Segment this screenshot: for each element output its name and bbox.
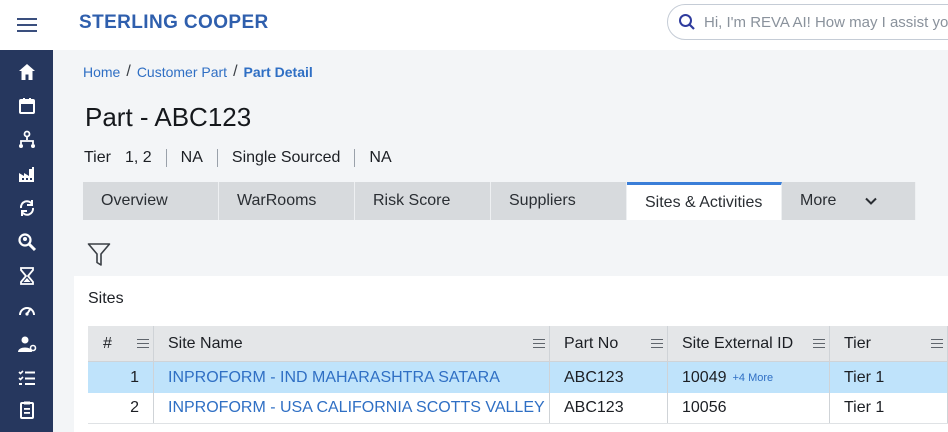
column-header-label: Site External ID xyxy=(682,334,794,352)
tab-sites-activities[interactable]: Sites & Activities xyxy=(627,182,782,220)
site-external-id-value: 10056 xyxy=(682,399,727,416)
hourglass-icon[interactable] xyxy=(17,266,37,286)
site-external-id-cell: 10049 +4 More xyxy=(668,362,830,393)
breadcrumb-current: Part Detail xyxy=(243,64,313,80)
search-icon xyxy=(679,14,695,30)
column-menu-icon[interactable] xyxy=(651,338,663,349)
tab-more[interactable]: More xyxy=(782,182,916,220)
site-name-link[interactable]: INPROFORM - IND MAHARASHTRA SATARA xyxy=(168,369,500,387)
column-menu-icon[interactable] xyxy=(137,338,149,349)
page-title: Part - ABC123 xyxy=(85,102,252,132)
tab-label: WarRooms xyxy=(237,192,317,209)
reva-ai-search[interactable] xyxy=(667,4,948,40)
checklist-icon[interactable] xyxy=(17,368,37,388)
tab-label: Overview xyxy=(101,192,168,209)
breadcrumb: Home / Customer Part / Part Detail xyxy=(83,63,313,81)
user-settings-icon[interactable] xyxy=(17,334,37,354)
column-header-tier[interactable]: Tier xyxy=(830,326,948,361)
column-menu-icon[interactable] xyxy=(931,338,943,349)
tier-label: Tier xyxy=(84,149,111,166)
site-name-cell: INPROFORM - IND MAHARASHTRA SATARA xyxy=(154,362,550,393)
column-header-label: Tier xyxy=(844,334,871,352)
clipboard-icon[interactable] xyxy=(17,400,37,420)
meta-field-2: NA xyxy=(180,149,203,166)
column-menu-icon[interactable] xyxy=(533,338,545,349)
tab-label: Sites & Activities xyxy=(645,193,763,211)
table-row[interactable]: 1 INPROFORM - IND MAHARASHTRA SATARA ABC… xyxy=(88,362,948,393)
column-header-label: Site Name xyxy=(168,334,243,352)
site-name-cell: INPROFORM - USA CALIFORNIA SCOTTS VALLEY xyxy=(154,393,550,423)
tier-value: 1, 2 xyxy=(124,149,152,166)
column-header-site-external-id[interactable]: Site External ID xyxy=(668,326,830,361)
home-icon[interactable] xyxy=(17,62,37,82)
tier-cell: Tier 1 xyxy=(830,393,948,423)
top-bar: STERLING COOPER xyxy=(53,0,948,50)
site-external-id-value: 10049 xyxy=(682,368,727,386)
calendar-icon[interactable] xyxy=(17,96,37,116)
search-input[interactable] xyxy=(704,13,948,31)
search-person-icon[interactable] xyxy=(17,232,37,252)
tab-label: Risk Score xyxy=(373,192,451,209)
hierarchy-icon[interactable] xyxy=(17,130,37,150)
sites-grid: # Site Name Part No Site External ID Tie… xyxy=(88,326,948,424)
divider xyxy=(216,149,218,167)
tier-cell: Tier 1 xyxy=(830,362,948,393)
grid-header-row: # Site Name Part No Site External ID Tie… xyxy=(88,326,948,362)
gauge-icon[interactable] xyxy=(17,300,37,320)
column-header-site-name[interactable]: Site Name xyxy=(154,326,550,361)
column-header-label: # xyxy=(103,334,112,352)
site-name-link[interactable]: INPROFORM - USA CALIFORNIA SCOTTS VALLEY xyxy=(168,399,545,417)
more-ids-link[interactable]: +4 More xyxy=(733,372,774,384)
factory-icon[interactable] xyxy=(17,164,37,184)
row-index: 2 xyxy=(88,393,154,423)
divider xyxy=(165,149,167,167)
tab-warrooms[interactable]: WarRooms xyxy=(219,182,355,220)
part-no-cell: ABC123 xyxy=(550,393,668,423)
site-external-id-cell: 10056 xyxy=(668,393,830,423)
table-row[interactable]: 2 INPROFORM - USA CALIFORNIA SCOTTS VALL… xyxy=(88,393,948,424)
column-menu-icon[interactable] xyxy=(813,338,825,349)
column-header-index[interactable]: # xyxy=(88,326,154,361)
chevron-down-icon xyxy=(865,197,878,205)
sourcing-value: Single Sourced xyxy=(231,149,341,166)
cycle-icon[interactable] xyxy=(17,198,37,218)
tab-risk-score[interactable]: Risk Score xyxy=(355,182,491,220)
row-index: 1 xyxy=(88,362,154,393)
breadcrumb-customer-part[interactable]: Customer Part xyxy=(137,64,227,80)
breadcrumb-separator: / xyxy=(126,63,131,80)
brand-logo[interactable]: STERLING COOPER xyxy=(79,12,269,34)
breadcrumb-separator: / xyxy=(233,63,238,80)
column-header-label: Part No xyxy=(564,334,619,352)
tab-suppliers[interactable]: Suppliers xyxy=(491,182,627,220)
divider xyxy=(354,149,356,167)
sidebar xyxy=(0,0,53,432)
tab-label: More xyxy=(800,192,837,209)
tab-overview[interactable]: Overview xyxy=(83,182,219,220)
detail-tabs: Overview WarRooms Risk Score Suppliers S… xyxy=(83,182,916,220)
column-header-part-no[interactable]: Part No xyxy=(550,326,668,361)
part-no-cell: ABC123 xyxy=(550,362,668,393)
meta-field-4: NA xyxy=(369,149,392,166)
sites-title: Sites xyxy=(88,290,124,307)
tab-label: Suppliers xyxy=(509,192,576,209)
hamburger-menu-button[interactable] xyxy=(0,0,53,50)
part-meta: Tier 1, 2 NA Single Sourced NA xyxy=(84,149,392,167)
hamburger-icon xyxy=(16,24,37,26)
breadcrumb-home[interactable]: Home xyxy=(83,64,120,80)
filter-icon[interactable] xyxy=(87,242,111,268)
